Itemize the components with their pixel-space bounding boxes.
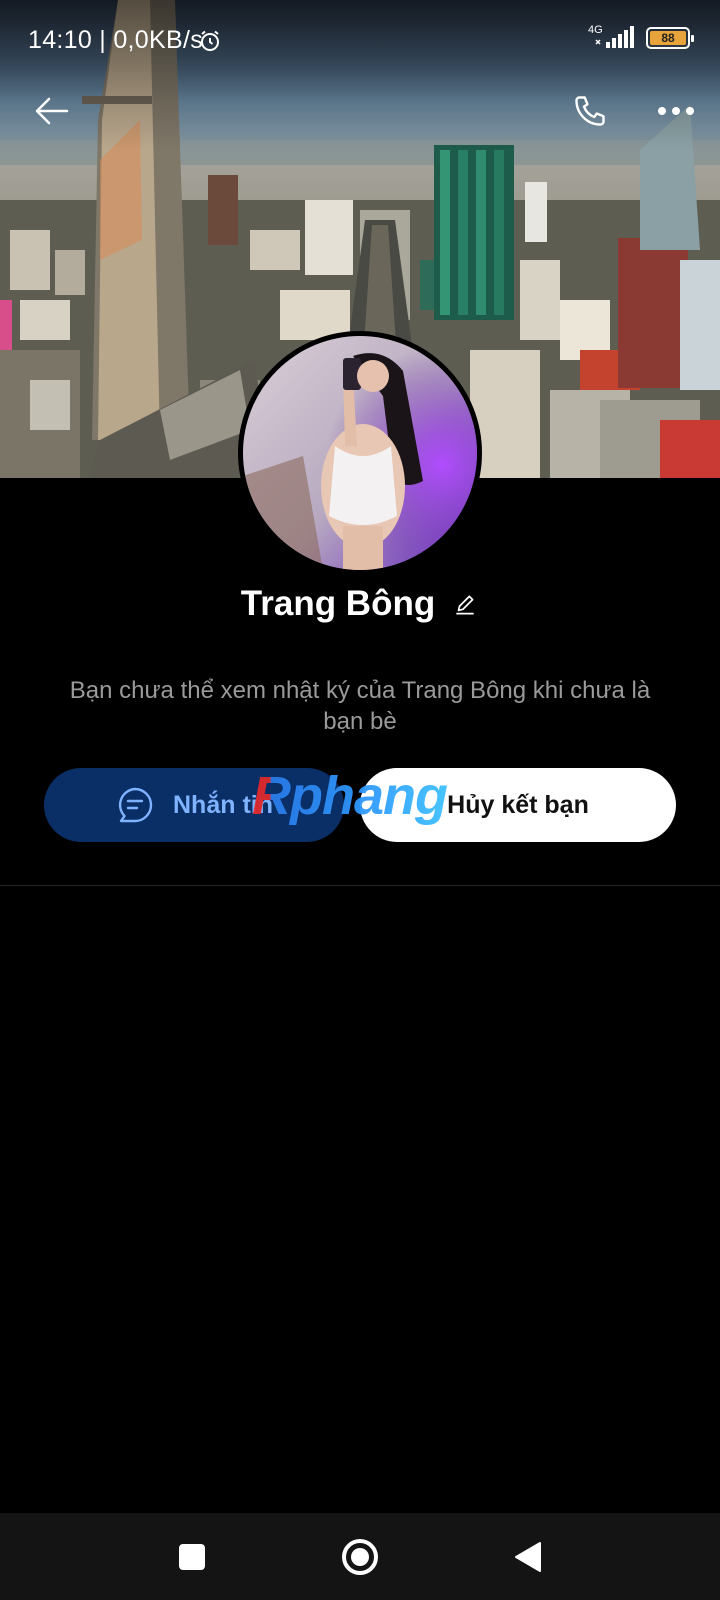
more-button[interactable]	[652, 90, 700, 132]
battery-level: 88	[650, 31, 686, 45]
unfriend-button[interactable]: Hủy kết bạn	[360, 768, 676, 842]
avatar[interactable]	[238, 331, 482, 575]
section-divider	[0, 885, 720, 886]
status-indicators: 4G 88	[588, 24, 694, 50]
square-icon	[179, 1544, 205, 1570]
alarm-clock-icon	[198, 29, 222, 58]
system-back-button[interactable]	[504, 1533, 552, 1581]
message-button[interactable]: Nhắn tin	[44, 768, 344, 842]
status-time: 14:10 | 0,0KB/s	[28, 26, 203, 54]
phone-icon	[575, 96, 605, 126]
arrow-left-icon	[35, 97, 69, 125]
profile-name-row: Trang Bông	[0, 584, 720, 624]
circle-icon	[342, 1539, 378, 1575]
signal-bars-icon: 4G	[588, 24, 636, 50]
more-dots-icon	[658, 107, 694, 115]
battery-icon: 88	[646, 27, 694, 49]
status-bar: 14:10 | 0,0KB/s 4G 88	[0, 0, 720, 72]
message-button-label: Nhắn tin	[173, 790, 273, 819]
back-button[interactable]	[28, 90, 76, 132]
profile-name: Trang Bông	[240, 584, 436, 623]
triangle-back-icon	[515, 1542, 541, 1572]
avatar-photo	[243, 336, 477, 570]
pencil-icon[interactable]	[451, 591, 479, 619]
system-nav-bar	[0, 1513, 720, 1600]
home-button[interactable]	[336, 1533, 384, 1581]
privacy-info-text: Bạn chưa thể xem nhật ký của Trang Bông …	[69, 677, 651, 735]
unfriend-button-label: Hủy kết bạn	[447, 790, 589, 819]
call-button[interactable]	[566, 90, 614, 132]
chat-bubble-icon	[118, 787, 153, 823]
network-type: 4G	[588, 24, 603, 36]
recent-apps-button[interactable]	[168, 1533, 216, 1581]
